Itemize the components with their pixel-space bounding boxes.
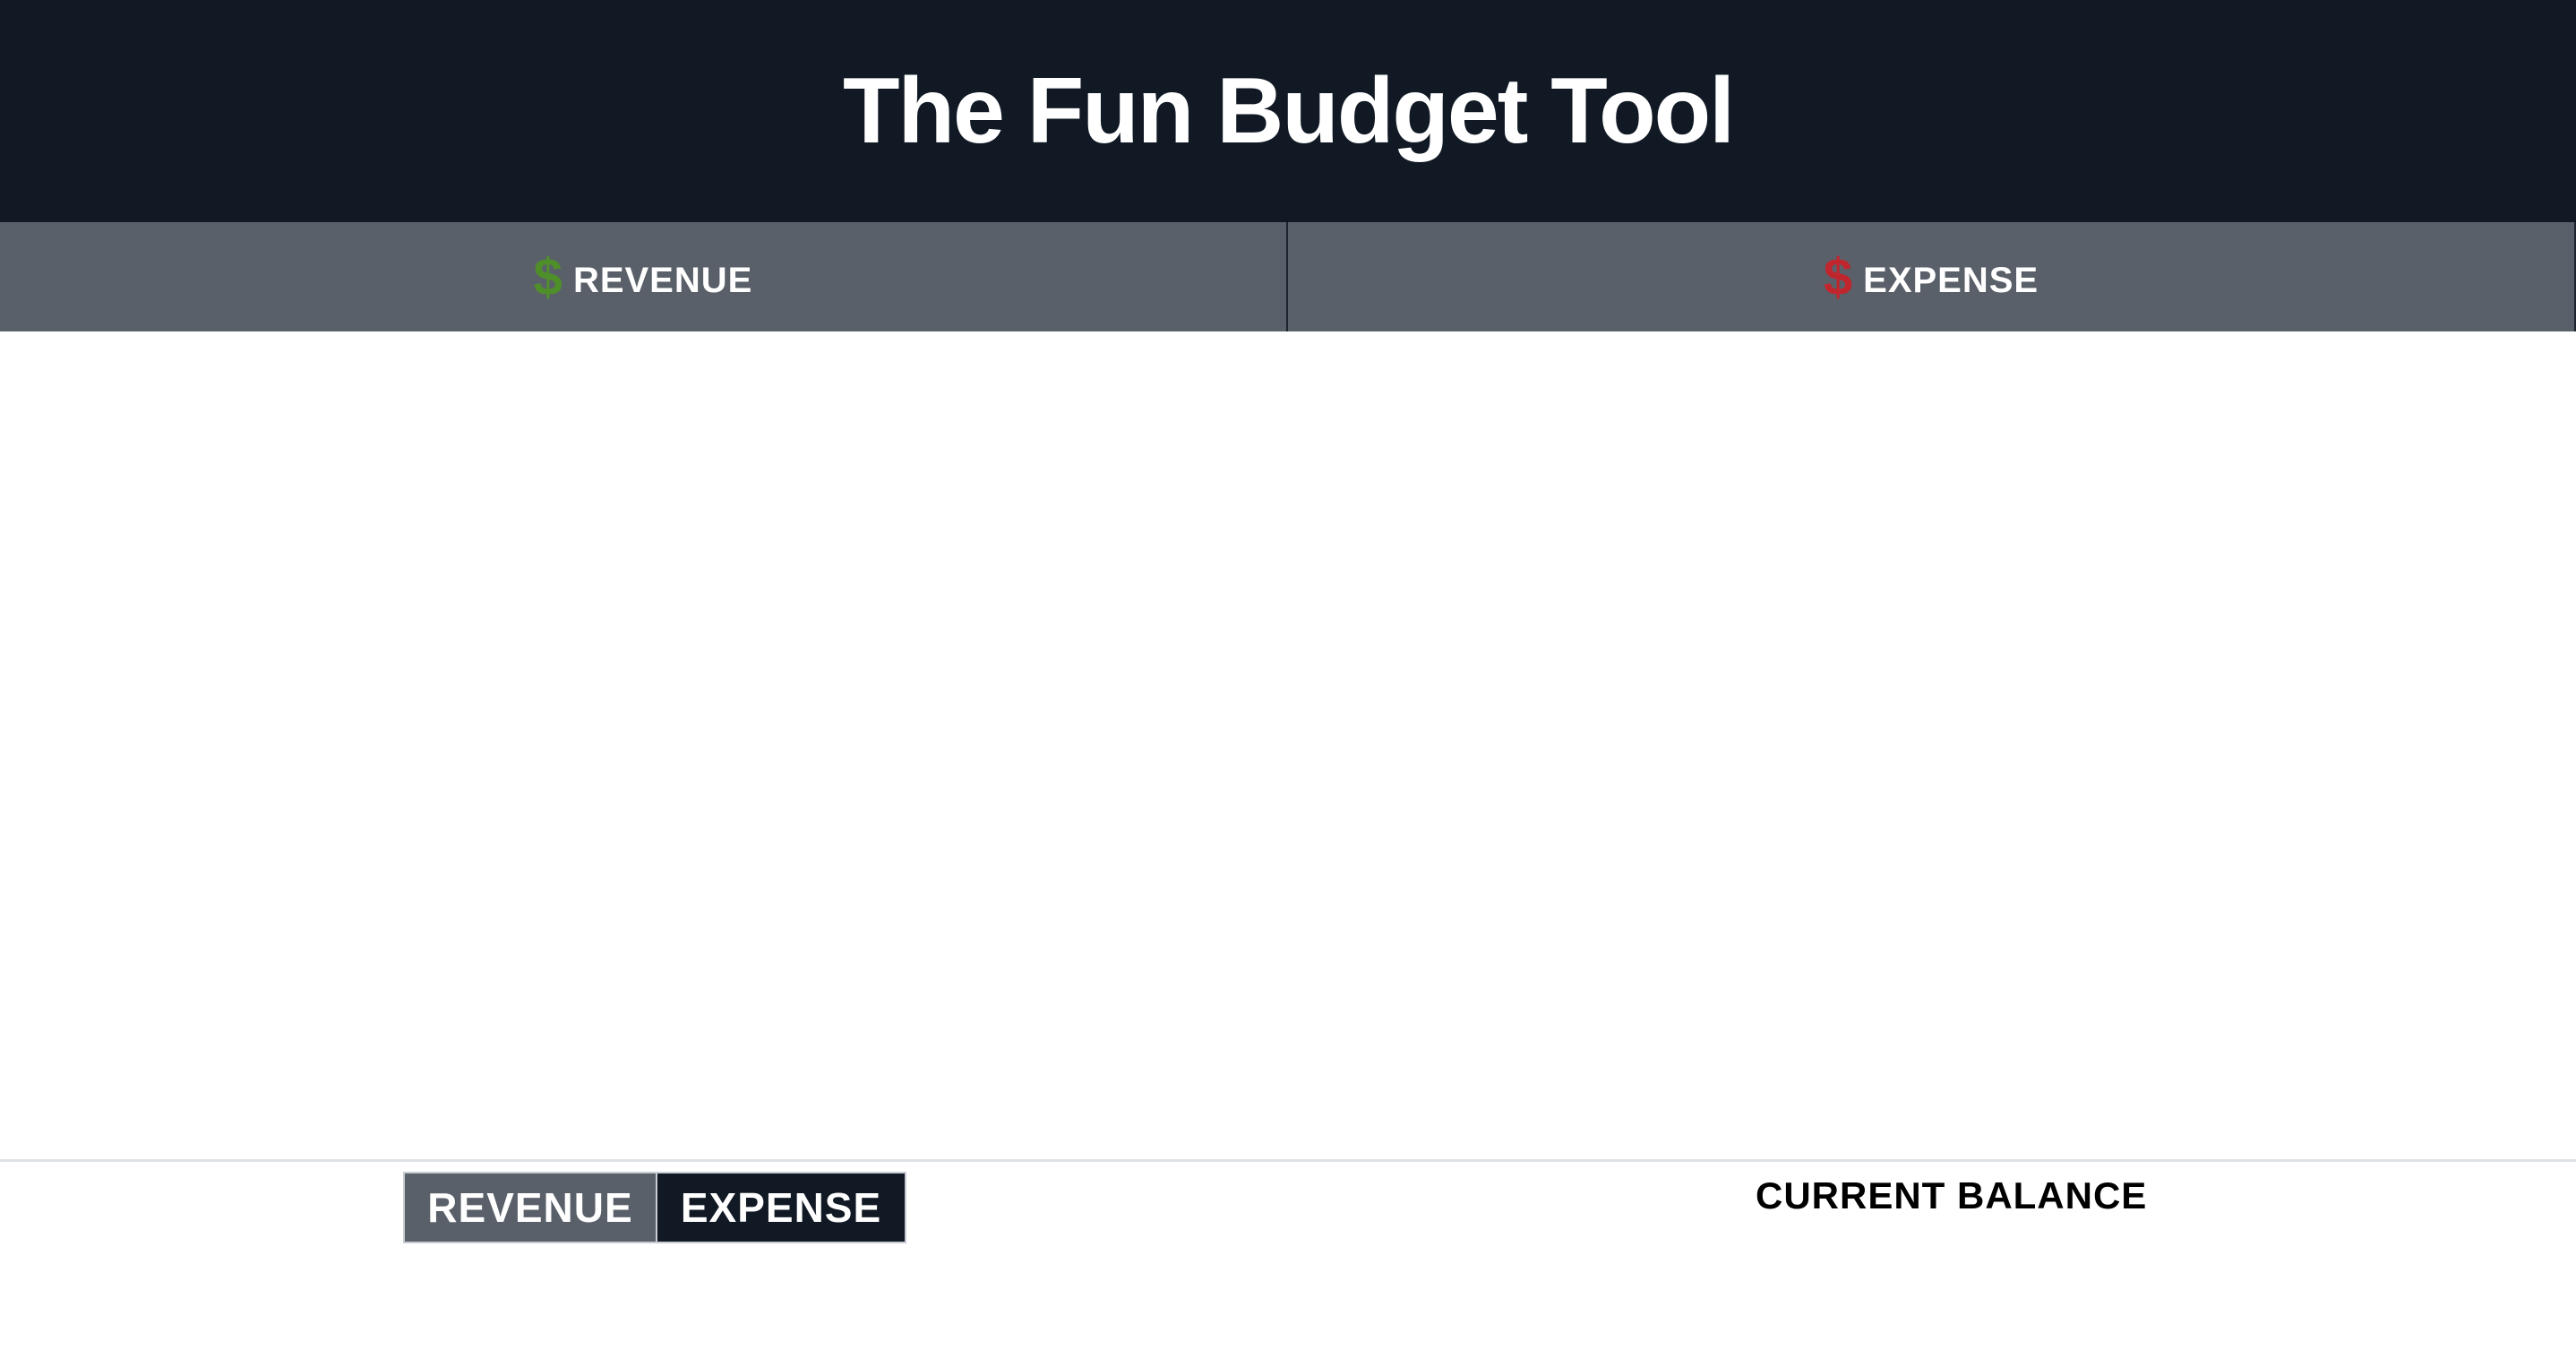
dollar-icon: $ — [1823, 248, 1853, 306]
revenue-toggle-button[interactable]: REVENUE — [405, 1174, 657, 1242]
budget-lists — [0, 331, 2576, 1159]
column-headers: $ REVENUE $ EXPENSE — [0, 222, 2576, 331]
entry-type-toggle: REVENUE EXPENSE — [403, 1172, 906, 1243]
expense-column-header: $ EXPENSE — [1288, 222, 2576, 331]
app-header: The Fun Budget Tool — [0, 0, 2576, 222]
current-balance-label: CURRENT BALANCE — [1756, 1174, 2148, 1217]
expense-column-label: EXPENSE — [1863, 260, 2039, 300]
budget-app: The Fun Budget Tool $ REVENUE $ EXPENSE … — [0, 0, 2576, 1367]
expense-toggle-button[interactable]: EXPENSE — [657, 1174, 905, 1242]
revenue-column-label: REVENUE — [572, 260, 753, 300]
expense-list — [1288, 331, 2576, 1159]
page-title: The Fun Budget Tool — [842, 59, 1735, 163]
footer-bar: REVENUE EXPENSE CURRENT BALANCE — [0, 1159, 2576, 1367]
dollar-icon: $ — [533, 248, 562, 306]
revenue-column-header: $ REVENUE — [0, 222, 1288, 331]
revenue-list — [0, 331, 1288, 1159]
